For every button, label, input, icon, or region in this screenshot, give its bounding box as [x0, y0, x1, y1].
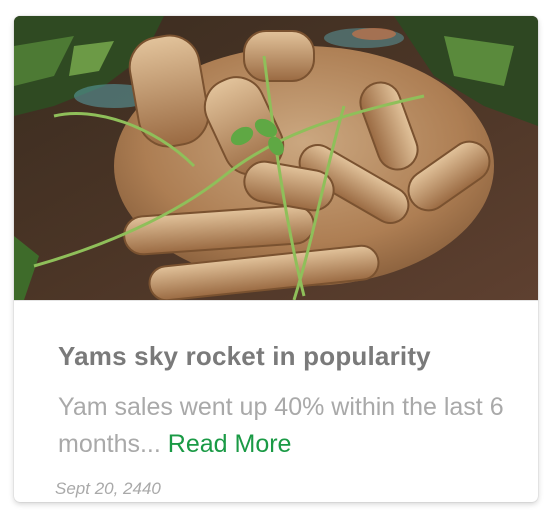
article-date: Sept 20, 2440: [55, 479, 161, 498]
read-more-link[interactable]: Read More: [168, 430, 292, 458]
article-card[interactable]: Yams sky rocket in popularity Yam sales …: [14, 16, 538, 502]
card-body: Yams sky rocket in popularity Yam sales …: [14, 300, 538, 502]
article-image[interactable]: [14, 16, 538, 300]
article-excerpt: Yam sales went up 40% within the last 6 …: [58, 389, 508, 463]
article-title[interactable]: Yams sky rocket in popularity: [58, 341, 431, 372]
